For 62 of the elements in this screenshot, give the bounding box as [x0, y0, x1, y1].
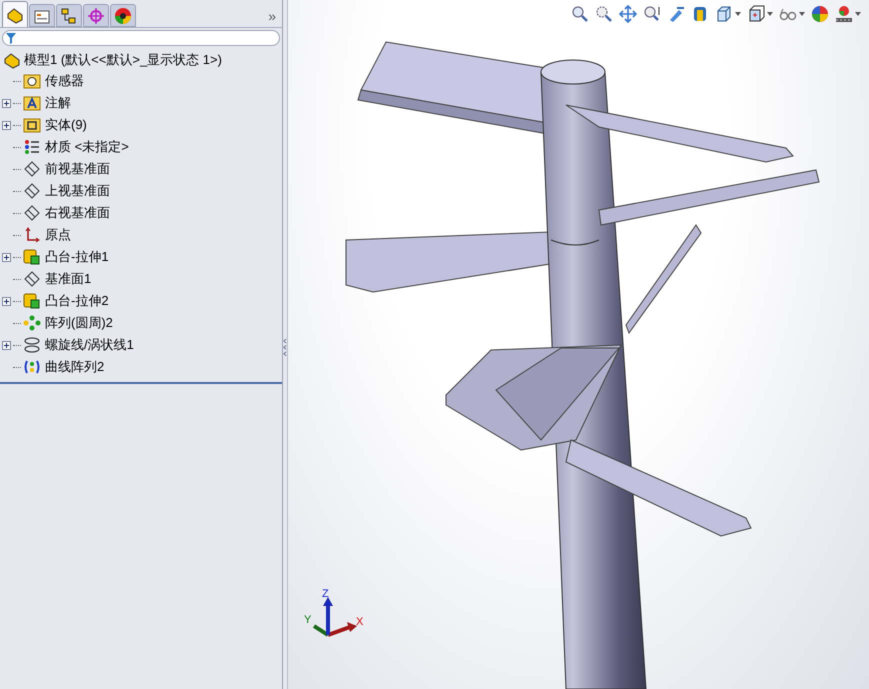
panel-tab[interactable]	[56, 4, 82, 27]
caret-icon[interactable]	[855, 12, 861, 16]
y-axis-label: Y	[304, 615, 312, 626]
folder-cube-icon	[23, 117, 41, 133]
pan-icon[interactable]	[619, 5, 637, 23]
folder-letter-icon	[23, 95, 41, 111]
expand-toggle-icon[interactable]	[2, 340, 11, 350]
tree-item[interactable]: 曲线阵列2	[45, 357, 104, 377]
axis-triad-drawing	[312, 597, 357, 637]
panel-tab[interactable]	[110, 4, 136, 27]
material-icon	[23, 139, 41, 155]
zoom-icon[interactable]	[643, 5, 661, 23]
filter-icon	[6, 32, 16, 44]
panel-tab[interactable]	[29, 4, 55, 27]
extrude-icon	[23, 249, 41, 265]
cube-icon[interactable]	[715, 5, 733, 23]
color-ball-icon[interactable]	[811, 5, 829, 23]
plane-icon	[23, 183, 41, 199]
panel-tab[interactable]	[2, 1, 28, 27]
tree-item[interactable]: 右视基准面	[45, 203, 110, 223]
tree-item[interactable]: 凸台-拉伸1	[45, 247, 109, 267]
plane-icon	[23, 161, 41, 177]
expand-panel-button[interactable]: »	[268, 9, 280, 27]
plane-icon	[23, 271, 41, 287]
caret-icon[interactable]	[767, 12, 773, 16]
tree-item[interactable]: 螺旋线/涡状线1	[45, 335, 134, 355]
tree-item[interactable]: 注解	[45, 93, 71, 113]
zoom-fit-icon[interactable]	[571, 5, 589, 23]
tree-item[interactable]: 原点	[45, 225, 71, 245]
circular-pattern-icon	[23, 315, 41, 331]
tree-item[interactable]: 凸台-拉伸2	[45, 291, 109, 311]
plane-icon	[23, 205, 41, 221]
folder-gauge-icon	[23, 73, 41, 89]
z-axis-label: Z	[322, 589, 329, 600]
helix-icon	[23, 337, 41, 353]
extrude-icon	[23, 293, 41, 309]
zoom-area-icon[interactable]	[595, 5, 613, 23]
hierarchy-icon	[60, 6, 78, 24]
tree-item[interactable]: 阵列(圆周)2	[45, 313, 113, 333]
caret-icon[interactable]	[799, 12, 805, 16]
tree-item[interactable]: 上视基准面	[45, 181, 110, 201]
tree-item[interactable]: 基准面1	[45, 269, 92, 289]
tree-item[interactable]: 材质 <未指定>	[45, 137, 129, 157]
expand-toggle-icon[interactable]	[2, 296, 11, 306]
tree-item[interactable]: 前视基准面	[45, 159, 110, 179]
tree-item[interactable]: 实体(9)	[45, 115, 87, 135]
part-icon	[3, 51, 21, 69]
tree-item[interactable]: 模型1 (默认<<默认>_显示状态 1>)	[24, 50, 222, 70]
expand-toggle-icon[interactable]	[2, 98, 11, 108]
part-icon	[6, 6, 24, 24]
curve-pattern-icon	[23, 359, 41, 375]
x-axis-label: X	[356, 617, 364, 628]
tree-item[interactable]: 传感器	[45, 71, 84, 91]
caret-icon[interactable]	[735, 12, 741, 16]
scene-icon[interactable]	[835, 5, 853, 23]
filter-field[interactable]	[2, 30, 280, 46]
crosshair-icon	[87, 6, 105, 24]
expand-toggle-icon[interactable]	[2, 252, 11, 262]
color-ball-icon	[114, 6, 132, 24]
origin-icon	[23, 227, 41, 243]
expand-toggle-icon[interactable]	[2, 120, 11, 130]
view-orientation-icon[interactable]	[747, 5, 765, 23]
